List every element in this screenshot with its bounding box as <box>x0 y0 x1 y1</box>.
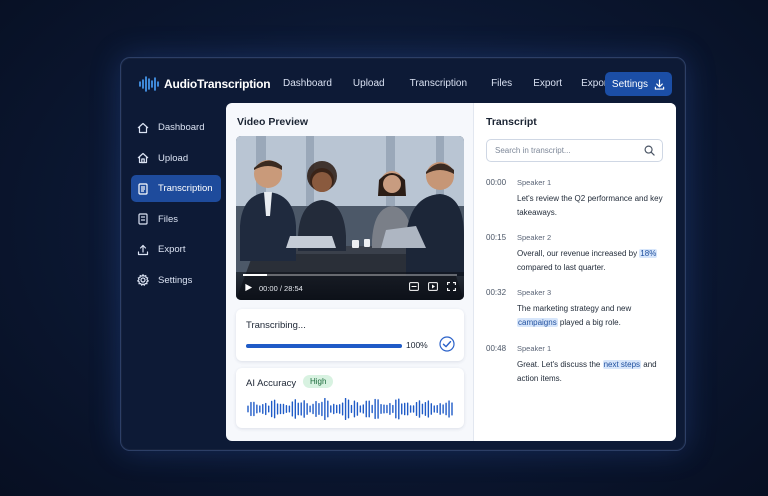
transcribing-progress-bar <box>246 344 402 348</box>
accuracy-badge: High <box>303 375 334 388</box>
captions-icon[interactable] <box>409 282 419 291</box>
transcript-panel: Transcript Search in transcript... 00:00… <box>473 103 676 441</box>
settings-video-icon[interactable] <box>428 282 438 291</box>
entry-text: Great. Let's discuss the next steps and … <box>517 360 657 383</box>
transcript-search-input[interactable]: Search in transcript... <box>486 139 663 162</box>
keyword-highlight: 18% <box>639 249 658 258</box>
export-icon <box>137 244 149 255</box>
transcribing-label: Transcribing... <box>246 320 306 331</box>
document-icon <box>138 182 148 195</box>
sidebar-item-label: Settings <box>158 274 193 286</box>
play-icon[interactable] <box>244 283 253 292</box>
files-icon <box>138 213 148 225</box>
entry-speaker: Speaker 2 <box>517 233 552 242</box>
entry-text: The marketing strategy and new campaigns… <box>517 304 632 327</box>
gear-icon <box>137 274 149 286</box>
sound-wave-icon <box>139 76 159 92</box>
transcript-title: Transcript <box>486 116 537 128</box>
sidebar-item-label: Export <box>158 244 186 255</box>
keyword-highlight: next steps <box>602 360 642 369</box>
transcribing-progress-fill <box>246 344 402 348</box>
main-content: Video Preview 00:00 / 28:54 Transcribing… <box>226 103 676 441</box>
sidebar-item-settings[interactable]: Settings <box>131 267 221 294</box>
upload-home-icon <box>137 152 149 164</box>
sidebar-item-label: Upload <box>158 152 189 164</box>
top-nav: Dashboard Upload Transcription Files Exp… <box>283 78 610 89</box>
sidebar-item-label: Transcription <box>158 183 213 194</box>
keyword-highlight: campaigns <box>517 318 558 327</box>
ai-accuracy-card: AI Accuracy High <box>236 368 464 428</box>
sidebar-item-upload[interactable]: Upload <box>131 145 221 172</box>
nav-transcription[interactable]: Transcription <box>410 78 467 89</box>
sidebar-item-export[interactable]: Export <box>131 236 221 263</box>
settings-button[interactable]: Settings <box>605 72 672 96</box>
entry-timestamp: 00:48 <box>486 344 507 353</box>
search-icon[interactable] <box>644 145 655 156</box>
sidebar-item-dashboard[interactable]: Dashboard <box>131 114 221 141</box>
check-circle-icon <box>439 336 455 352</box>
transcribing-percent: 100% <box>406 340 428 350</box>
nav-files[interactable]: Files <box>491 78 512 89</box>
video-progress-bar[interactable] <box>243 274 457 276</box>
entry-timestamp: 00:15 <box>486 233 507 242</box>
settings-button-label: Settings <box>611 78 649 90</box>
media-column: Video Preview 00:00 / 28:54 Transcribing… <box>226 103 473 441</box>
sidebar-item-transcription[interactable]: Transcription <box>131 175 221 202</box>
video-control-icons <box>409 282 456 291</box>
sidebar: Dashboard Upload Transcription Files Exp… <box>131 114 221 297</box>
video-preview-title: Video Preview <box>237 116 309 128</box>
app-window: AudioTranscription Dashboard Upload Tran… <box>120 57 686 451</box>
entry-speaker: Speaker 3 <box>517 288 552 297</box>
entry-speaker: Speaker 1 <box>517 178 552 187</box>
video-controls: 00:00 / 28:54 <box>236 272 464 300</box>
ai-accuracy-label: AI Accuracy <box>246 378 297 389</box>
sidebar-item-label: Dashboard <box>158 122 205 133</box>
video-time: 00:00 / 28:54 <box>259 284 303 293</box>
audio-waveform <box>247 398 453 420</box>
nav-dashboard[interactable]: Dashboard <box>283 78 332 89</box>
nav-export[interactable]: Export <box>533 78 562 89</box>
search-placeholder: Search in transcript... <box>495 146 571 155</box>
entry-text: Overall, our revenue increased by 18% co… <box>517 249 658 272</box>
fullscreen-icon[interactable] <box>447 282 456 291</box>
nav-upload[interactable]: Upload <box>353 78 385 89</box>
app-logo[interactable]: AudioTranscription <box>138 76 271 92</box>
app-title: AudioTranscription <box>164 77 271 91</box>
video-player[interactable]: 00:00 / 28:54 <box>236 136 464 300</box>
entry-text: Let's review the Q2 performance and key … <box>517 194 663 217</box>
transcribing-card: Transcribing... 100% <box>236 309 464 361</box>
sidebar-item-files[interactable]: Files <box>131 206 221 233</box>
download-icon <box>654 78 665 90</box>
video-progress-fill <box>243 274 267 276</box>
entry-timestamp: 00:00 <box>486 178 507 187</box>
sidebar-item-label: Files <box>158 213 179 225</box>
home-icon <box>137 122 149 133</box>
entry-timestamp: 00:32 <box>486 288 507 297</box>
entry-speaker: Speaker 1 <box>517 344 552 353</box>
